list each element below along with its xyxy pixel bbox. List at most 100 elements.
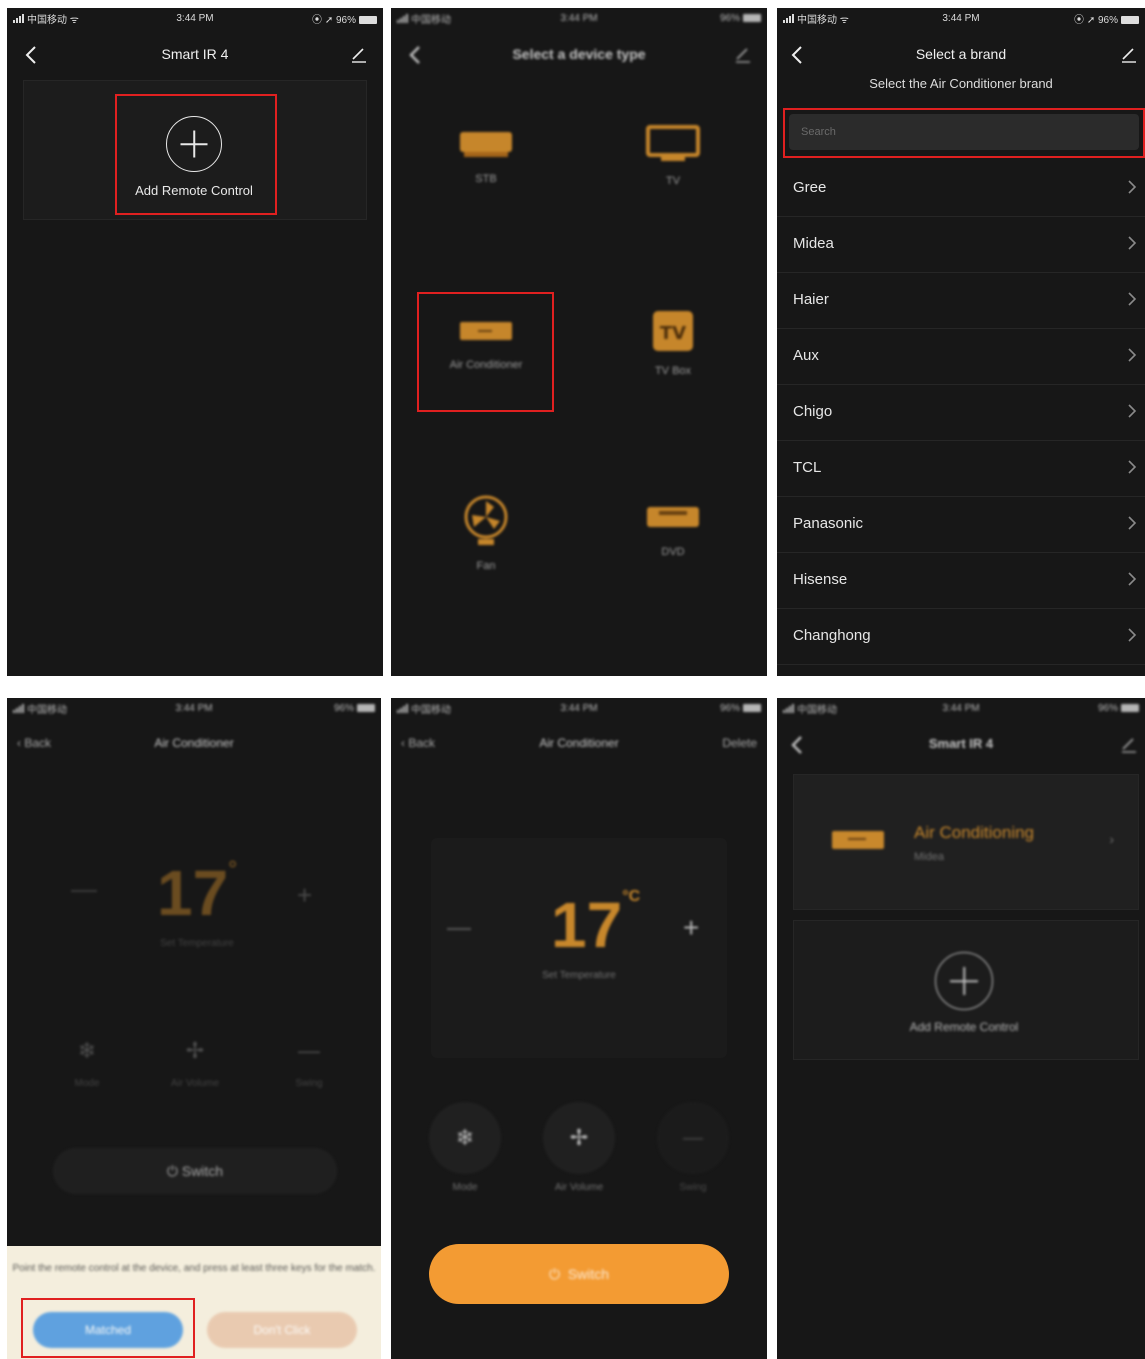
temp-display: 17° [157, 856, 237, 929]
brand-row[interactable]: Changhong [777, 608, 1145, 665]
dvd-icon [647, 507, 699, 527]
status-bar: 中国移动 3:44 PM 96% [7, 698, 381, 718]
temp-minus-button[interactable] [71, 890, 97, 892]
brand-label: Gree [793, 179, 827, 196]
brand-row[interactable]: TCL [777, 440, 1145, 497]
chevron-right-icon [1128, 572, 1137, 586]
brand-label: Panasonic [793, 515, 864, 532]
swing-button[interactable]: — Swing [279, 1038, 339, 1089]
screen-ac-matching: 中国移动 3:44 PM 96% ‹ Back Air Conditioner … [7, 698, 381, 1359]
status-time: 3:44 PM [560, 703, 598, 714]
device-name: Air Conditioning [914, 823, 1035, 842]
match-prompt-panel: Point the remote control at the device, … [7, 1246, 381, 1359]
device-label: DVD [661, 546, 685, 558]
status-bar: 中国移动 3:44 PM 96% [391, 8, 767, 28]
status-bar: 中国移动 ᯤ 3:44 PM ⦿ ➚ 96% [7, 8, 383, 28]
brand-row[interactable]: Aux [777, 328, 1145, 385]
chevron-right-icon [1128, 180, 1137, 194]
nav-bar: ‹ Back Air Conditioner [7, 726, 381, 762]
swing-label: Swing [295, 1078, 323, 1089]
brand-label: Hisense [793, 571, 848, 588]
add-circle-icon[interactable] [935, 952, 993, 1010]
switch-button[interactable]: ⏻ Switch [53, 1148, 337, 1194]
air-volume-label: Air Volume [554, 1182, 604, 1193]
status-bar: 中国移动 3:44 PM 96% [777, 698, 1145, 718]
brand-row[interactable]: Chigo [777, 384, 1145, 441]
edit-icon[interactable] [349, 44, 369, 64]
switch-button[interactable]: ⏻ Switch [429, 1244, 729, 1304]
device-card[interactable]: Air Conditioning Midea › [793, 774, 1139, 910]
page-title: Select a device type [512, 46, 646, 62]
nav-bar: Smart IR 4 [7, 36, 383, 72]
highlight-air-conditioner [417, 292, 554, 412]
mode-button[interactable]: ❄ Mode [57, 1038, 117, 1089]
screen-smart-ir-with-device: 中国移动 3:44 PM 96% Smart IR 4 Air Conditio… [777, 698, 1145, 1359]
status-bar: 中国移动 ᯤ 3:44 PM ⦿ ➚ 96% [777, 8, 1145, 28]
brand-subtitle: Select the Air Conditioner brand [869, 76, 1053, 91]
fan-icon: ✢ [185, 1038, 205, 1063]
swing-icon: — [683, 1127, 703, 1149]
temp-plus-button[interactable]: + [297, 880, 312, 911]
power-icon: ⏻ [548, 1266, 561, 1282]
status-time: 3:44 PM [942, 703, 980, 714]
fan-icon [464, 495, 508, 545]
chevron-right-icon [1128, 292, 1137, 306]
power-icon: ⏻ [166, 1163, 178, 1179]
mode-label: Mode [452, 1182, 478, 1193]
add-remote-control-label[interactable]: Add Remote Control [887, 1020, 1041, 1034]
brand-row[interactable]: Haier [777, 272, 1145, 329]
screen-select-device-type: 中国移动 3:44 PM 96% Select a device type ST… [391, 8, 767, 676]
air-volume-button[interactable]: ✢ Air Volume [165, 1038, 225, 1089]
device-option-dvd[interactable]: DVD [613, 503, 733, 558]
edit-icon[interactable] [1119, 44, 1139, 64]
chevron-right-icon [1128, 404, 1137, 418]
edit-icon[interactable] [733, 44, 753, 64]
page-title: Air Conditioner [154, 736, 234, 750]
brand-label: Midea [793, 235, 834, 252]
page-title: Smart IR 4 [161, 46, 229, 62]
fan-icon: ✢ [569, 1125, 589, 1150]
device-label: STB [475, 173, 497, 185]
chevron-right-icon [1128, 516, 1137, 530]
brand-row[interactable]: Panasonic [777, 496, 1145, 553]
brand-row[interactable]: Midea [777, 216, 1145, 273]
temp-minus-button[interactable] [447, 928, 471, 930]
highlight-add-remote [115, 94, 277, 215]
chevron-right-icon [1128, 348, 1137, 362]
air-volume-button[interactable]: ✢ [543, 1102, 615, 1174]
tv-icon [646, 125, 700, 161]
temp-plus-button[interactable]: + [683, 912, 699, 944]
temp-label: Set Temperature [542, 970, 616, 981]
brand-row[interactable]: Gree [777, 160, 1145, 217]
delete-button[interactable]: Delete [722, 736, 757, 750]
swing-icon: — [298, 1038, 320, 1063]
brand-label: Chigo [793, 403, 833, 420]
device-label: TV [665, 175, 681, 187]
device-option-stb[interactable]: STB [426, 128, 546, 185]
temp-display: 17°C [551, 888, 641, 961]
mode-button[interactable]: ❄ [429, 1102, 501, 1174]
screen-smart-ir-home: 中国移动 ᯤ 3:44 PM ⦿ ➚ 96% Smart IR 4 Add Re… [7, 8, 383, 676]
dont-click-button[interactable]: Don't Click [207, 1312, 357, 1348]
screen-ac-remote: 中国移动 3:44 PM 96% ‹ Back Air Conditioner … [391, 698, 767, 1359]
brand-row[interactable]: Hisense [777, 552, 1145, 609]
chevron-right-icon [1128, 628, 1137, 642]
highlight-search [783, 108, 1145, 158]
page-title: Air Conditioner [539, 736, 619, 750]
status-time: 3:44 PM [560, 13, 598, 24]
temp-label: Set Temperature [160, 938, 234, 949]
nav-bar: Smart IR 4 [777, 726, 1145, 762]
device-chevron-icon[interactable]: › [1109, 831, 1114, 847]
brand-label: Aux [793, 347, 819, 364]
air-volume-label: Air Volume [170, 1078, 220, 1089]
nav-bar: Select a device type [391, 36, 767, 72]
device-option-tv[interactable]: TV [613, 124, 733, 187]
screen-select-brand: 中国移动 ᯤ 3:44 PM ⦿ ➚ 96% Select a brand Se… [777, 8, 1145, 676]
chevron-right-icon [1128, 236, 1137, 250]
device-option-tv-box[interactable]: TV TV Box [613, 308, 733, 377]
edit-icon[interactable] [1119, 734, 1139, 754]
mode-label: Mode [74, 1078, 100, 1089]
device-option-fan[interactable]: Fan [426, 493, 546, 572]
chevron-right-icon [1128, 460, 1137, 474]
swing-button[interactable]: — [657, 1102, 729, 1174]
